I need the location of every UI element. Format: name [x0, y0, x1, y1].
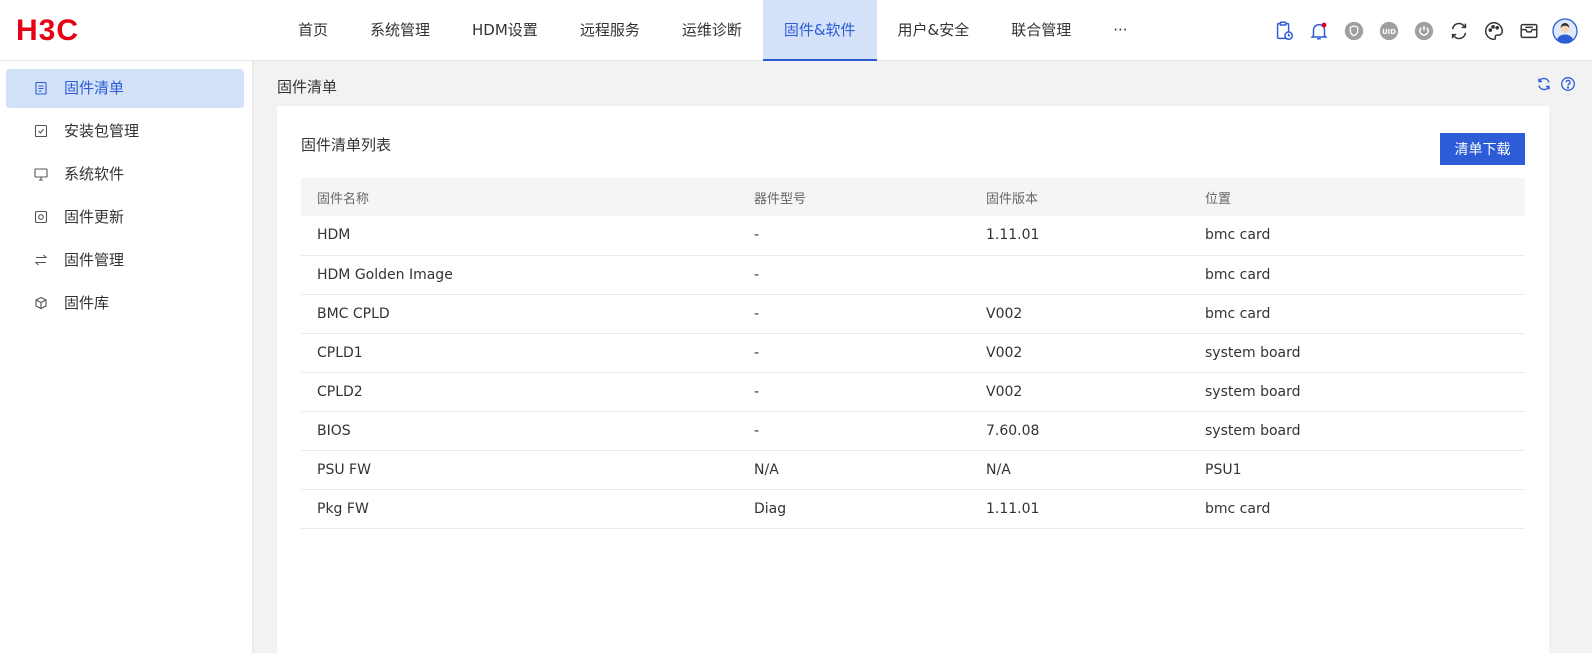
cell-location: system board: [1189, 333, 1525, 373]
firmware-list-panel: 固件清单列表 清单下载 固件名称 器件型号 固件版本 位置 HDM - 1.11…: [277, 106, 1549, 653]
sidebar-item-firmware-library[interactable]: 固件库: [6, 284, 244, 323]
table-row: HDM - 1.11.01 bmc card: [301, 216, 1525, 256]
panel-title: 固件清单列表: [301, 136, 392, 154]
sidebar-item-firmware-management[interactable]: 固件管理: [6, 241, 244, 280]
sidebar-item-package-management[interactable]: 安装包管理: [6, 112, 244, 151]
table-row: BIOS - 7.60.08 system board: [301, 411, 1525, 451]
table-header-row: 固件名称 器件型号 固件版本 位置: [301, 178, 1525, 216]
nav-item-user-security[interactable]: 用户&安全: [877, 0, 991, 61]
clipboard-clock-icon[interactable]: [1272, 19, 1296, 43]
cell-firmware-version: 7.60.08: [970, 411, 1189, 451]
cell-location: bmc card: [1189, 216, 1525, 256]
main-nav: 首页 系统管理 HDM设置 远程服务 运维诊断 固件&软件 用户&安全 联合管理…: [277, 0, 1149, 61]
nav-item-firmware-software[interactable]: 固件&软件: [762, 0, 877, 61]
cell-firmware-name: CPLD1: [301, 333, 738, 373]
sidebar-item-firmware-update[interactable]: 固件更新: [6, 198, 244, 237]
column-header-firmware-version[interactable]: 固件版本: [970, 178, 1189, 216]
nav-item-remote-services[interactable]: 远程服务: [559, 0, 661, 61]
cell-firmware-version: [970, 255, 1189, 295]
cell-firmware-version: V002: [970, 294, 1189, 334]
palette-icon[interactable]: [1482, 19, 1506, 43]
cell-device-model: -: [738, 216, 970, 256]
column-header-location[interactable]: 位置: [1189, 178, 1525, 216]
package-icon: [34, 124, 48, 138]
clipboard-icon: [34, 81, 48, 95]
sidebar-item-system-software[interactable]: 系统软件: [6, 155, 244, 194]
h3c-logo[interactable]: H3C: [16, 16, 108, 46]
table-row: Pkg FW Diag 1.11.01 bmc card: [301, 489, 1525, 529]
cell-firmware-name: BMC CPLD: [301, 294, 738, 334]
cell-device-model: -: [738, 333, 970, 373]
cell-location: PSU1: [1189, 450, 1525, 490]
sidebar-item-label: 固件库: [64, 294, 110, 312]
cell-device-model: N/A: [738, 450, 970, 490]
table-row: BMC CPLD - V002 bmc card: [301, 294, 1525, 334]
firmware-table: 固件名称 器件型号 固件版本 位置 HDM - 1.11.01 bmc card…: [301, 178, 1525, 529]
nav-item-hdm-settings[interactable]: HDM设置: [451, 0, 559, 61]
nav-item-system-management[interactable]: 系统管理: [349, 0, 451, 61]
sidebar-item-label: 固件管理: [64, 251, 125, 269]
cell-location: system board: [1189, 372, 1525, 412]
avatar[interactable]: [1552, 17, 1578, 44]
chip-icon: [34, 210, 48, 224]
cell-device-model: Diag: [738, 489, 970, 529]
nav-item-diagnostics[interactable]: 运维诊断: [661, 0, 763, 61]
table-row: PSU FW N/A N/A PSU1: [301, 450, 1525, 490]
bell-icon[interactable]: [1307, 19, 1331, 43]
column-header-firmware-name[interactable]: 固件名称: [301, 178, 738, 216]
cell-firmware-version: N/A: [970, 450, 1189, 490]
cell-firmware-name: HDM: [301, 216, 738, 256]
cell-firmware-version: V002: [970, 372, 1189, 412]
monitor-icon: [34, 167, 48, 181]
sidebar-item-label: 固件更新: [64, 208, 125, 226]
cell-firmware-name: BIOS: [301, 411, 738, 451]
uid-icon[interactable]: UID: [1377, 19, 1401, 43]
refresh-icon[interactable]: [1536, 76, 1552, 92]
cell-device-model: -: [738, 411, 970, 451]
nav-item-more[interactable]: ···: [1092, 0, 1148, 61]
cell-firmware-name: Pkg FW: [301, 489, 738, 529]
cell-location: bmc card: [1189, 255, 1525, 295]
nav-item-federation-management[interactable]: 联合管理: [990, 0, 1092, 61]
sidebar-item-firmware-inventory[interactable]: 固件清单: [6, 69, 244, 108]
shield-icon[interactable]: [1342, 19, 1366, 43]
cell-location: bmc card: [1189, 294, 1525, 334]
column-header-device-model[interactable]: 器件型号: [738, 178, 970, 216]
cell-device-model: -: [738, 294, 970, 334]
cell-firmware-name: HDM Golden Image: [301, 255, 738, 295]
nav-item-home[interactable]: 首页: [277, 0, 349, 61]
cell-firmware-version: 1.11.01: [970, 216, 1189, 256]
refresh-user-icon[interactable]: [1447, 19, 1471, 43]
cell-firmware-version: 1.11.01: [970, 489, 1189, 529]
sidebar: 固件清单 安装包管理 系统软件 固件更新 固件管理 固件库: [0, 61, 253, 653]
help-icon[interactable]: [1560, 76, 1576, 92]
page-tools: [1528, 76, 1576, 92]
table-row: HDM Golden Image - bmc card: [301, 255, 1525, 295]
cell-location: system board: [1189, 411, 1525, 451]
download-list-button[interactable]: 清单下载: [1440, 133, 1525, 165]
cell-firmware-name: PSU FW: [301, 450, 738, 490]
table-row: CPLD2 - V002 system board: [301, 372, 1525, 412]
cell-device-model: -: [738, 372, 970, 412]
cell-location: bmc card: [1189, 489, 1525, 529]
top-navigation-bar: H3C 首页 系统管理 HDM设置 远程服务 运维诊断 固件&软件 用户&安全 …: [0, 0, 1592, 61]
cell-firmware-version: V002: [970, 333, 1189, 373]
header-toolbar: UID: [1261, 0, 1578, 61]
table-row: CPLD1 - V002 system board: [301, 333, 1525, 373]
power-icon[interactable]: [1412, 19, 1436, 43]
page-title: 固件清单: [277, 78, 338, 96]
mail-icon[interactable]: [1517, 19, 1541, 43]
cell-device-model: -: [738, 255, 970, 295]
cube-icon: [34, 296, 48, 310]
sidebar-item-label: 系统软件: [64, 165, 125, 183]
sidebar-item-label: 安装包管理: [64, 122, 140, 140]
cell-firmware-name: CPLD2: [301, 372, 738, 412]
swap-icon: [34, 253, 48, 267]
sidebar-item-label: 固件清单: [64, 79, 125, 97]
svg-text:UID: UID: [1382, 27, 1396, 35]
